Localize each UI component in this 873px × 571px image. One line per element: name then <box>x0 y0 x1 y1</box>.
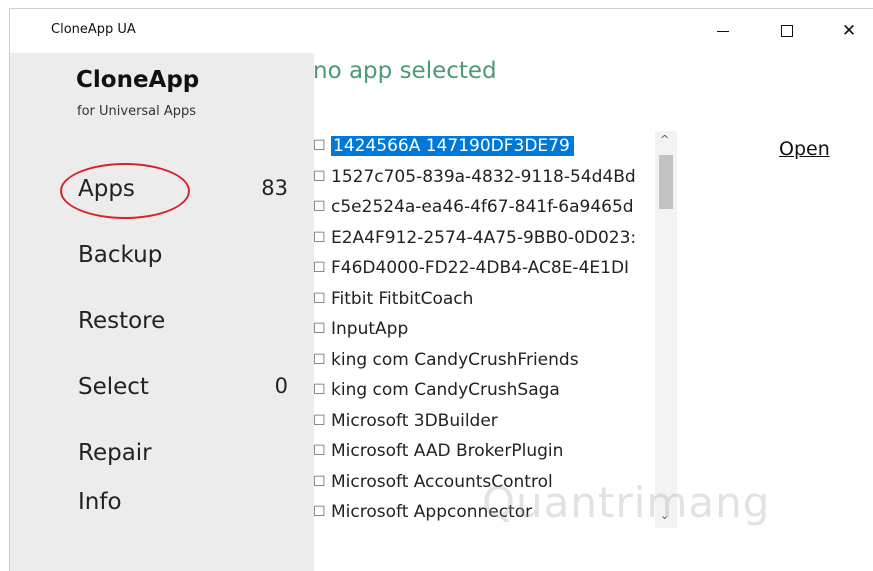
checkbox[interactable]: ☐ <box>313 291 328 307</box>
list-item[interactable]: ☐ 1527c705-839a-4832-9118-54d4Bd <box>313 162 679 193</box>
sidebar-item-label: Select <box>78 374 149 400</box>
brand-title: CloneApp <box>76 67 200 93</box>
maximize-button[interactable] <box>764 9 810 53</box>
list-item-label: Microsoft AccountsControl <box>331 471 553 492</box>
close-icon: ✕ <box>841 20 857 41</box>
list-item-label: E2A4F912-2574-4A75-9BB0-0D023: <box>331 227 637 248</box>
list-item-label: c5e2524a-ea46-4f67-841f-6a9465d <box>331 197 634 218</box>
checkbox[interactable]: ☐ <box>313 230 328 246</box>
checkbox[interactable]: ☐ <box>313 382 328 398</box>
list-item-label: king com CandyCrushFriends <box>331 349 579 370</box>
sidebar-item-label: Info <box>78 489 122 515</box>
list-item[interactable]: ☐ Microsoft Appconnector <box>313 497 679 528</box>
sidebar-item-restore[interactable]: Restore <box>10 300 314 346</box>
list-item[interactable]: ☐ Microsoft 3DBuilder <box>313 406 679 437</box>
open-link[interactable]: Open <box>779 138 830 160</box>
list-item-label: Microsoft Appconnector <box>331 502 533 523</box>
list-item[interactable]: ☐ Microsoft AccountsControl <box>313 467 679 498</box>
checkbox[interactable]: ☐ <box>313 474 328 490</box>
list-item-label: F46D4000-FD22-4DB4-AC8E-4E1DI <box>331 258 630 279</box>
list-item-label: 1527c705-839a-4832-9118-54d4Bd <box>331 166 636 187</box>
sidebar-item-label: Backup <box>78 242 163 268</box>
close-button[interactable]: ✕ <box>826 9 872 53</box>
app-list[interactable]: ☐ 1424566A 147190DF3DE79 ☐ 1527c705-839a-48… <box>313 131 679 528</box>
maximize-icon <box>781 25 793 37</box>
list-item-label: Fitbit FitbitCoach <box>331 288 474 309</box>
list-item[interactable]: ☐ Fitbit FitbitCoach <box>313 284 679 315</box>
checkbox[interactable]: ☐ <box>313 504 328 520</box>
brand-subtitle: for Universal Apps <box>77 104 197 119</box>
apps-count: 83 <box>261 176 288 200</box>
checkbox[interactable]: ☐ <box>313 199 328 215</box>
sidebar-item-label: Apps <box>78 176 135 202</box>
minimize-button[interactable] <box>700 9 746 53</box>
scroll-down-icon[interactable]: ⌄ <box>660 509 669 522</box>
select-count: 0 <box>274 374 288 398</box>
sidebar-item-repair[interactable]: Repair <box>10 432 314 478</box>
list-item[interactable]: ☐ E2A4F912-2574-4A75-9BB0-0D023: <box>313 223 679 254</box>
list-item-label: Microsoft AAD BrokerPlugin <box>331 441 564 462</box>
checkbox[interactable]: ☐ <box>313 138 328 154</box>
checkbox[interactable]: ☐ <box>313 443 328 459</box>
list-item-label: InputApp <box>331 319 409 340</box>
checkbox[interactable]: ☐ <box>313 169 328 185</box>
sidebar-item-label: Repair <box>78 440 152 466</box>
list-item[interactable]: ☐ king com CandyCrushFriends <box>313 345 679 376</box>
list-item-label: king com CandyCrushSaga <box>331 380 560 401</box>
list-item-label: 1424566A 147190DF3DE79 <box>331 136 574 157</box>
list-item[interactable]: ☐ king com CandyCrushSaga <box>313 375 679 406</box>
list-item-label: Microsoft 3DBuilder <box>331 410 498 431</box>
list-item[interactable]: ☐ Microsoft AAD BrokerPlugin <box>313 436 679 467</box>
list-item[interactable]: ☐ InputApp <box>313 314 679 345</box>
title-bar: CloneApp UA ✕ <box>10 9 873 53</box>
sidebar-item-info[interactable]: Info <box>10 481 314 527</box>
list-item[interactable]: ☐ c5e2524a-ea46-4f67-841f-6a9465d <box>313 192 679 223</box>
scroll-thumb[interactable] <box>659 155 673 209</box>
app-list-scrollbar[interactable]: ^ ⌄ <box>655 131 677 528</box>
checkbox[interactable]: ☐ <box>313 352 328 368</box>
list-item[interactable]: ☐ 1424566A 147190DF3DE79 <box>313 131 679 162</box>
sidebar-item-backup[interactable]: Backup <box>10 234 314 280</box>
checkbox[interactable]: ☐ <box>313 413 328 429</box>
checkbox[interactable]: ☐ <box>313 321 328 337</box>
window-title: CloneApp UA <box>51 22 136 37</box>
sidebar-item-label: Restore <box>78 308 166 334</box>
list-item[interactable]: ☐ F46D4000-FD22-4DB4-AC8E-4E1DI <box>313 253 679 284</box>
sidebar-item-select[interactable]: Select 0 <box>10 366 314 412</box>
sidebar-item-apps[interactable]: Apps 83 <box>10 168 314 214</box>
sidebar: CloneApp for Universal Apps Apps 83 Back… <box>10 53 314 571</box>
scroll-up-icon[interactable]: ^ <box>660 133 669 146</box>
minimize-icon <box>717 30 729 32</box>
selection-status: no app selected <box>313 58 497 84</box>
checkbox[interactable]: ☐ <box>313 260 328 276</box>
